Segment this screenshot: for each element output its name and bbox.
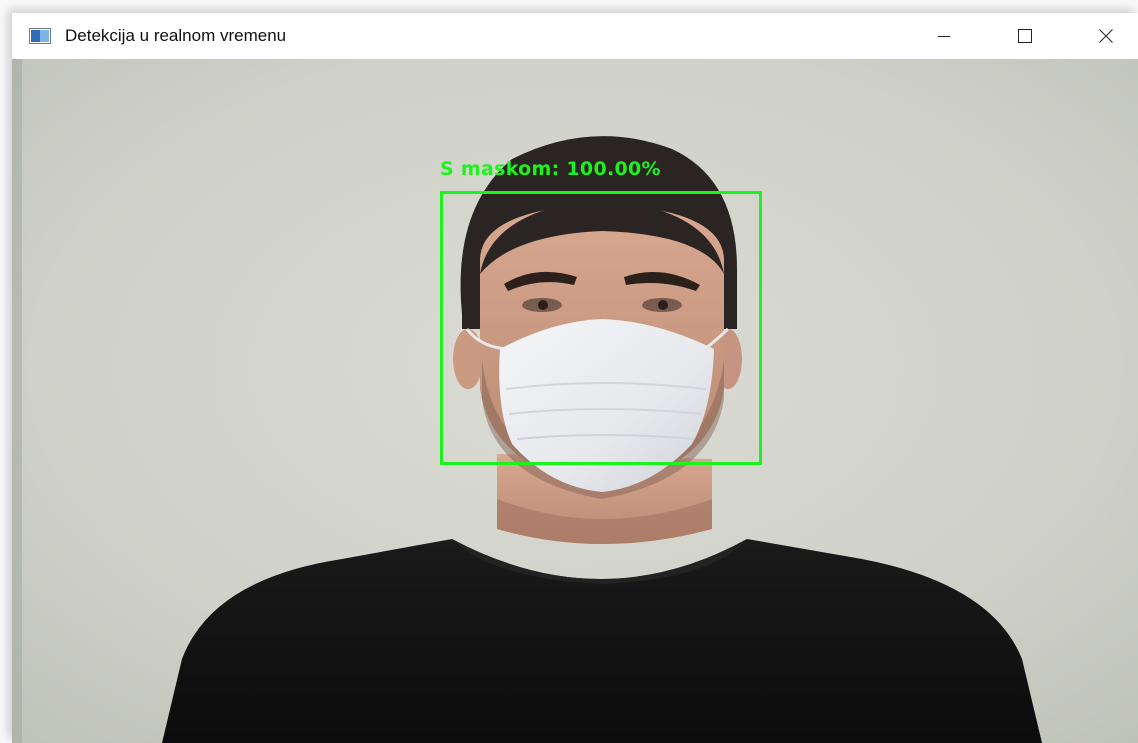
minimize-icon xyxy=(938,36,950,37)
detection-label: S maskom: 100.00% xyxy=(440,158,661,180)
window-title: Detekcija u realnom vremenu xyxy=(65,26,287,45)
maximize-icon xyxy=(1018,29,1032,43)
screen: Detekcija u realnom vremenu S maskom: 10… xyxy=(0,0,1138,743)
close-icon xyxy=(1099,29,1113,43)
app-window: Detekcija u realnom vremenu S maskom: 10… xyxy=(12,13,1138,743)
opencv-window-icon xyxy=(29,28,51,44)
title-bar[interactable]: Detekcija u realnom vremenu xyxy=(12,13,1138,59)
detection-bounding-box xyxy=(440,191,762,465)
maximize-button[interactable] xyxy=(997,13,1053,59)
close-button[interactable] xyxy=(1078,13,1134,59)
minimize-button[interactable] xyxy=(916,13,972,59)
camera-frame: S maskom: 100.00% xyxy=(12,59,1138,743)
